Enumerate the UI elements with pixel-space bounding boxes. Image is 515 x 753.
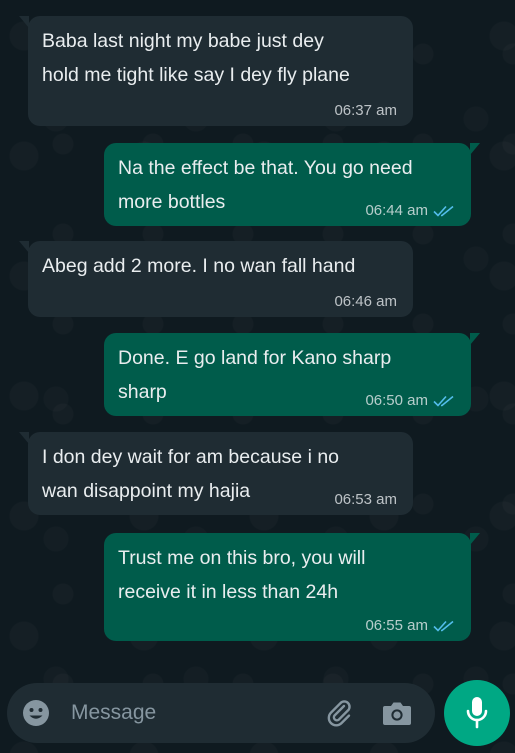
message-composer [7,683,435,743]
message-incoming[interactable]: Baba last night my babe just dey hold me… [19,16,413,126]
message-input[interactable] [71,698,301,728]
camera-icon[interactable] [381,698,413,728]
message-meta: 06:50 am [365,392,455,410]
message-outgoing[interactable]: Trust me on this bro, you will receive i… [104,533,480,641]
message-outgoing[interactable]: Na the effect be that. You go need more … [104,143,480,226]
message-time: 06:53 am [334,491,397,508]
double-check-icon [433,395,454,407]
message-outgoing[interactable]: Done. E go land for Kano sharp sharp 06:… [104,333,480,416]
message-time: 06:46 am [334,293,397,310]
message-incoming[interactable]: I don dey wait for am because i no wan d… [19,432,413,515]
emoji-icon[interactable] [21,698,51,728]
message-time: 06:37 am [334,102,397,119]
message-meta: 06:53 am [334,491,397,509]
double-check-icon [433,620,454,632]
message-meta: 06:44 am [365,202,455,220]
message-text: Abeg add 2 more. I no wan fall hand [42,255,356,277]
message-meta: 06:55 am [365,617,455,635]
message-time: 06:44 am [365,202,428,219]
message-time: 06:55 am [365,617,428,634]
message-text: Baba last night my babe just dey hold me… [42,30,350,86]
voice-message-button[interactable] [444,680,510,746]
message-meta: 06:37 am [334,102,397,120]
double-check-icon [433,205,454,217]
paperclip-icon[interactable] [323,697,355,729]
message-time: 06:50 am [365,392,428,409]
message-incoming[interactable]: Abeg add 2 more. I no wan fall hand 06:4… [19,241,413,317]
microphone-icon [466,697,488,729]
message-text: Trust me on this bro, you will receive i… [118,547,366,603]
message-meta: 06:46 am [334,293,397,311]
